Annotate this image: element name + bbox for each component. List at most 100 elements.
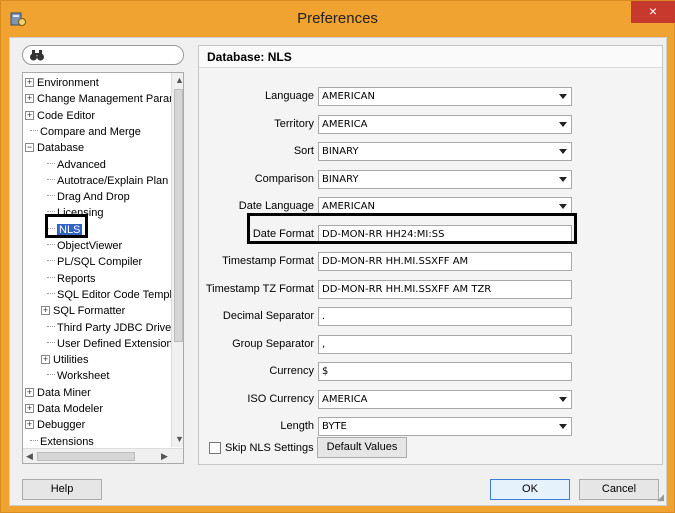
- scroll-left-arrow-icon[interactable]: ◀: [26, 451, 33, 462]
- close-button[interactable]: ×: [631, 1, 675, 23]
- tree-item-label: PL/SQL Compiler: [57, 256, 143, 269]
- cancel-button[interactable]: Cancel: [579, 479, 659, 500]
- expand-icon[interactable]: +: [25, 420, 34, 430]
- tree-item-change-management-paran[interactable]: + Change Management Paran: [25, 91, 175, 107]
- tree-item-label: ObjectViewer: [57, 240, 123, 252]
- horizontal-scroll-thumb[interactable]: [37, 452, 135, 461]
- comparison-label: Comparison: [254, 172, 314, 185]
- tree-item-reports[interactable]: Reports: [41, 271, 96, 287]
- tree-item-label: Autotrace/Explain Plan: [57, 174, 169, 187]
- tree-item-autotrace-explain-plan[interactable]: Autotrace/Explain Plan: [41, 173, 168, 189]
- tree-item-third-party-jdbc-driver[interactable]: Third Party JDBC Driver: [41, 320, 175, 336]
- skip-nls-checkbox[interactable]: [209, 442, 221, 454]
- chevron-down-icon[interactable]: [559, 204, 567, 209]
- timestamp-tz-format-label: Timestamp TZ Format: [205, 282, 314, 295]
- tree-horizontal-scrollbar[interactable]: ◀ ▶: [23, 448, 183, 463]
- tree-item-code-editor[interactable]: + Code Editor: [25, 108, 95, 124]
- chevron-down-icon[interactable]: [559, 396, 567, 402]
- tree-item-drag-and-drop[interactable]: Drag And Drop: [41, 189, 130, 205]
- tree-item-sql-editor-code-templa[interactable]: SQL Editor Code Templa: [41, 287, 178, 303]
- group-separator-label: Group Separator: [232, 337, 314, 350]
- sort-select[interactable]: BINARY: [318, 142, 572, 161]
- vertical-scroll-thumb[interactable]: [174, 89, 183, 342]
- timestamp-tz-format-input[interactable]: DD-MON-RR HH.MI.SSXFF AM TZR: [318, 279, 572, 299]
- tree-item-user-defined-extension[interactable]: User Defined Extension: [41, 336, 173, 352]
- tree-connector: [47, 374, 55, 376]
- territory-select[interactable]: AMERICA: [318, 114, 572, 134]
- resize-grip-icon[interactable]: ◢: [657, 492, 664, 503]
- title-bar[interactable]: Preferences ×: [1, 1, 675, 37]
- tree-item-data-miner[interactable]: + Data Miner: [25, 385, 91, 401]
- language-value: AMERICAN: [322, 91, 375, 102]
- tree-item-advanced[interactable]: Advanced: [41, 157, 106, 173]
- tree-item-data-modeler[interactable]: + Data Modeler: [25, 401, 103, 417]
- comparison-value: BINARY: [322, 173, 359, 185]
- length-value: BYTE: [322, 421, 347, 432]
- tree-item-debugger[interactable]: + Debugger: [25, 417, 85, 433]
- tree-item-sql-formatter[interactable]: + SQL Formatter: [41, 303, 125, 319]
- length-select[interactable]: BYTE: [318, 417, 572, 436]
- search-input[interactable]: [22, 45, 184, 65]
- decimal-separator-label: Decimal Separator: [222, 310, 314, 322]
- tree-item-label: Advanced: [57, 158, 106, 171]
- timestamp-format-input[interactable]: DD-MON-RR HH.MI.SSXFF AM: [318, 252, 572, 271]
- expand-icon[interactable]: +: [25, 110, 34, 120]
- tree-item-label: Worksheet: [57, 370, 110, 383]
- scroll-up-arrow-icon[interactable]: ▲: [175, 75, 183, 85]
- tree-item-worksheet[interactable]: Worksheet: [41, 368, 109, 384]
- tree-connector: [47, 211, 55, 213]
- panel-title: Database: NLS: [199, 46, 662, 68]
- date-language-value: AMERICAN: [322, 201, 375, 212]
- default-values-button[interactable]: Default Values: [317, 437, 407, 458]
- tree-item-label: Change Management Paran: [37, 93, 176, 106]
- scroll-down-arrow-icon[interactable]: ▼: [175, 434, 183, 444]
- tree-item-label: Reports: [57, 272, 96, 285]
- ok-button[interactable]: OK: [490, 479, 570, 500]
- chevron-down-icon[interactable]: [559, 176, 567, 182]
- decimal-separator-value: .: [322, 311, 326, 322]
- decimal-separator-input[interactable]: .: [318, 307, 572, 326]
- tree-item-label: SQL Editor Code Templa: [57, 288, 179, 301]
- tree-vertical-scrollbar[interactable]: ▲ ▼: [171, 73, 183, 447]
- tree-item-compare-and-merge[interactable]: Compare and Merge: [25, 124, 141, 140]
- chevron-down-icon[interactable]: [559, 424, 567, 429]
- expand-icon[interactable]: +: [41, 306, 50, 316]
- tree-item-objectviewer[interactable]: ObjectViewer: [41, 238, 122, 254]
- tree-item-pl-sql-compiler[interactable]: PL/SQL Compiler: [41, 254, 142, 270]
- chevron-down-icon[interactable]: [559, 94, 567, 99]
- tree-item-label: Drag And Drop: [57, 191, 130, 204]
- expand-icon[interactable]: +: [25, 78, 34, 87]
- tree-item-label: Third Party JDBC Driver: [57, 321, 175, 334]
- tree-item-label: Data Miner: [37, 386, 91, 399]
- comparison-select[interactable]: BINARY: [318, 169, 572, 189]
- tree-item-database[interactable]: − Database: [25, 140, 84, 156]
- preferences-tree[interactable]: + Environment + Change Management Paran + Cod…: [22, 72, 184, 464]
- tree-item-label: Database: [37, 142, 85, 155]
- tree-connector: [47, 292, 55, 294]
- chevron-down-icon[interactable]: [559, 149, 567, 154]
- chevron-down-icon[interactable]: [559, 121, 567, 127]
- iso-currency-label: ISO Currency: [247, 392, 314, 405]
- timestamp-format-value: DD-MON-RR HH.MI.SSXFF AM: [322, 256, 469, 267]
- tree-item-label: User Defined Extension: [57, 337, 173, 350]
- help-button[interactable]: Help: [22, 479, 102, 500]
- expand-icon[interactable]: +: [25, 387, 34, 397]
- group-separator-input[interactable]: ,: [318, 334, 572, 354]
- preferences-window: Preferences × + Environment + Change Manage…: [0, 0, 675, 513]
- tree-connector: [47, 195, 55, 197]
- expand-icon[interactable]: +: [25, 94, 34, 104]
- iso-currency-select[interactable]: AMERICA: [318, 389, 572, 409]
- currency-value: $: [322, 366, 329, 377]
- nls-highlight-box: [45, 214, 88, 238]
- language-select[interactable]: AMERICAN: [318, 87, 572, 106]
- expand-icon[interactable]: +: [41, 355, 50, 365]
- language-label: Language: [265, 90, 314, 102]
- tree-item-utilities[interactable]: + Utilities: [41, 352, 88, 368]
- currency-input[interactable]: $: [318, 362, 572, 381]
- settings-panel: Database: NLS Language AMERICAN Territory A…: [198, 45, 663, 465]
- expand-icon[interactable]: +: [25, 404, 34, 413]
- tree-item-environment[interactable]: + Environment: [25, 75, 99, 91]
- scroll-right-arrow-icon[interactable]: ▶: [161, 451, 168, 462]
- binoculars-icon: [30, 50, 44, 61]
- collapse-icon[interactable]: −: [25, 143, 34, 153]
